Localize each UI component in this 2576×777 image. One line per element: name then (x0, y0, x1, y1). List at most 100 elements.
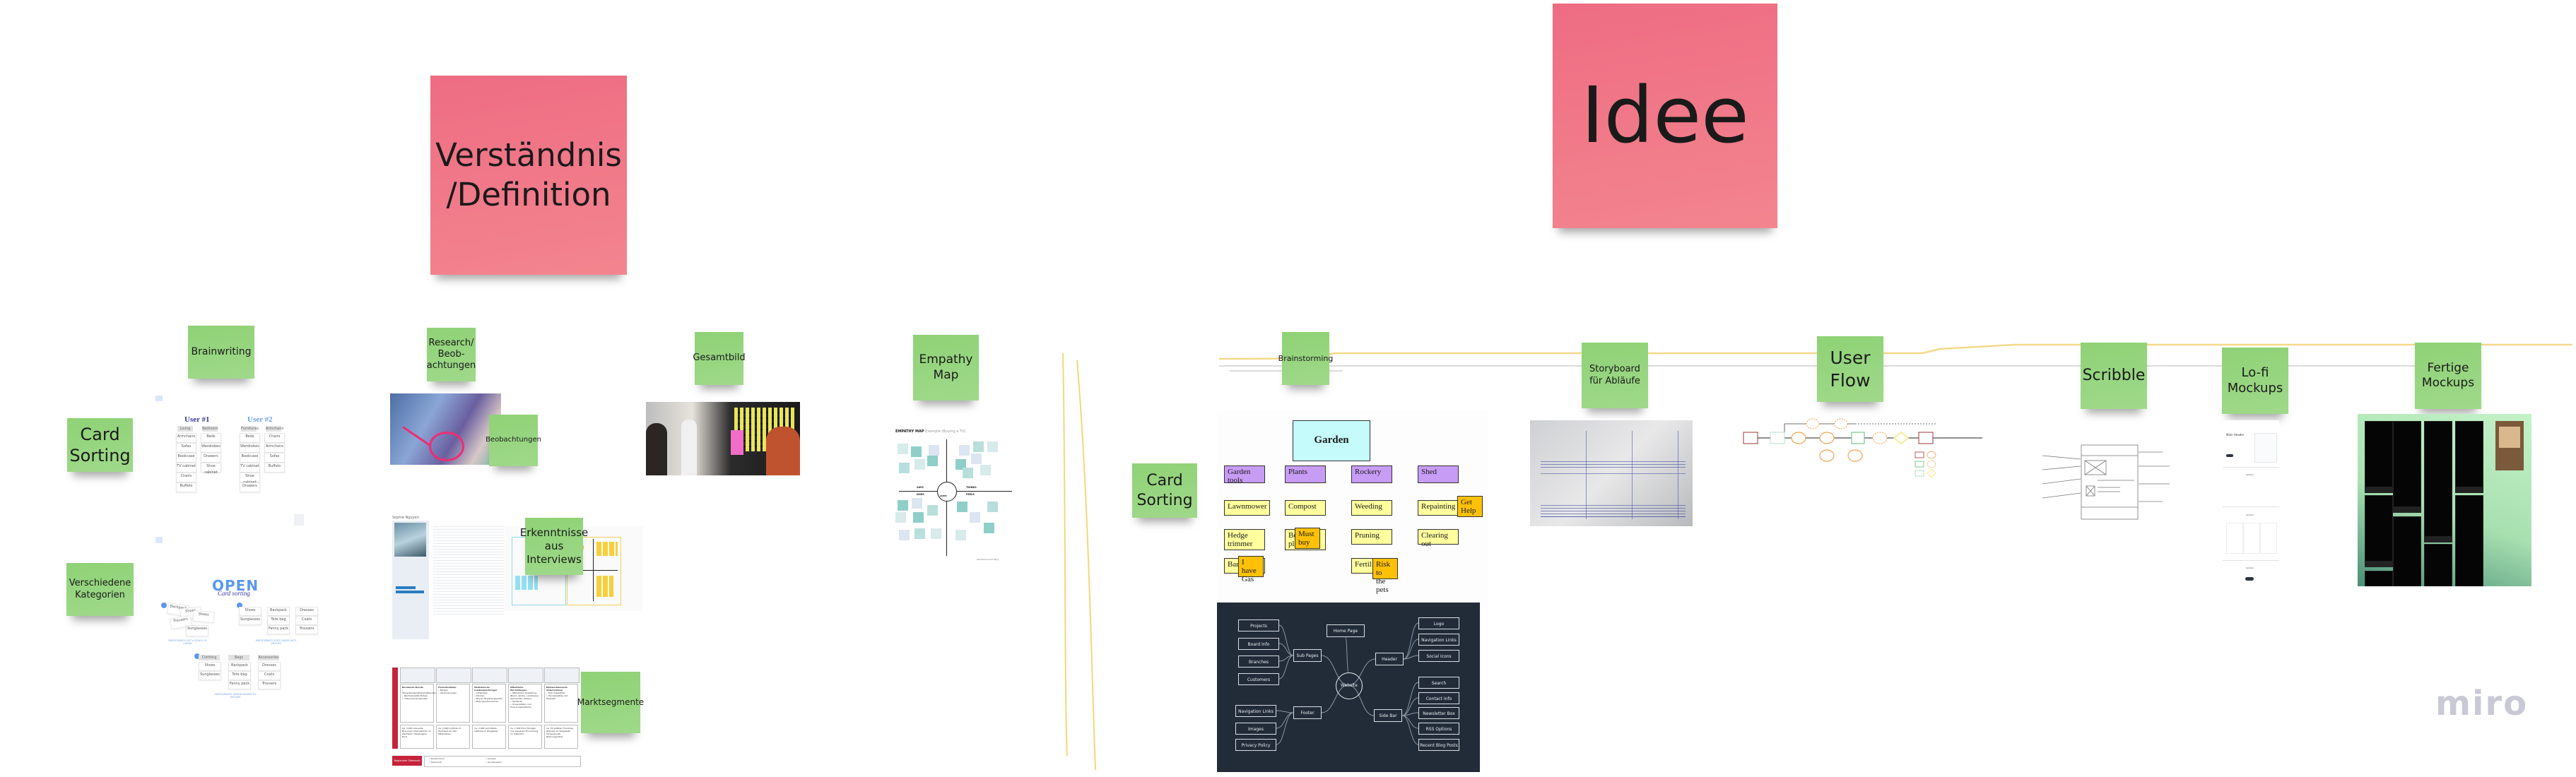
card-item: Shoe cabinet (201, 463, 221, 475)
open-card-sort-image[interactable]: OPEN Card sorting Backpack Shoes Shoes T… (151, 533, 324, 710)
empathy-sticky (971, 453, 982, 464)
garden-card: Weeding (1351, 500, 1392, 516)
sitemap-connector (1278, 643, 1294, 656)
flow-decision (1893, 432, 1909, 444)
album-art-screen (2495, 421, 2524, 470)
persona-text-block (433, 524, 504, 616)
sorted-card-item: Tote bag (267, 616, 290, 625)
sticky-card-sorting-right[interactable]: Card Sorting (1132, 463, 1197, 518)
flow-node (1819, 432, 1835, 444)
flow-node (1834, 418, 1848, 429)
sticky-card-sorting-left[interactable]: Card Sorting (67, 418, 133, 472)
sticky-storyboard[interactable]: Storyboard für Abläufe (1582, 343, 1648, 408)
open-card-item: Backpack (228, 662, 251, 671)
sticky-empathy-map[interactable]: Empathy Map (913, 335, 979, 401)
garden-category: Garden tools (1224, 465, 1265, 485)
empathy-sticky (987, 502, 998, 512)
garden-card-sort-image[interactable]: Garden Garden tools Lawnmower Hedge trimme… (1217, 411, 1488, 607)
empathy-sticky (987, 441, 998, 452)
sitemap-connector (1345, 636, 1349, 673)
sitemap-leaf: Contact Info (1418, 692, 1459, 704)
sitemap-branch: Side Bar (1374, 709, 1402, 722)
open-card-item: Sunglasses (199, 671, 221, 680)
user-flow-diagram[interactable] (1742, 417, 2004, 487)
highlight-circle (429, 432, 464, 461)
person (681, 420, 697, 475)
open-card-item: Coats (258, 671, 281, 680)
sticky-brainstorming[interactable]: Brainstorming (1278, 332, 1333, 385)
empathy-sticky (911, 446, 922, 457)
person (766, 427, 800, 475)
sticky-brainwriting[interactable]: Brainwriting (188, 326, 254, 379)
lofi-divider (2223, 467, 2279, 468)
sitemap-leaf: Logo (1418, 617, 1459, 629)
sitemap-connector (1401, 715, 1419, 745)
empathy-sticky (970, 512, 980, 523)
card-group-head: Living (177, 426, 193, 432)
observation-photo[interactable] (390, 393, 501, 465)
sitemap-branch: Header (1375, 653, 1404, 665)
garden-card: Repainting (1418, 500, 1459, 516)
team-wall-photo[interactable] (646, 402, 800, 475)
sitemap-leaf: Search (1418, 677, 1459, 689)
sorted-card-item: Backpack (267, 607, 290, 616)
sticky-erkenntnisse[interactable]: Erkenntnisse aus Interviews (520, 518, 588, 575)
card-item: Beds (240, 433, 260, 443)
flow-node (1872, 432, 1888, 444)
sticky-verschiedene-kategorien[interactable]: Verschiedene Kategorien (66, 563, 134, 616)
sticky-lofi[interactable]: Lo-fi Mockups (2222, 348, 2288, 414)
card-item: Drawers (240, 482, 260, 492)
phone-nav-bar (2365, 487, 2392, 492)
flow-node (1806, 418, 1820, 429)
open-subtitle: Card sorting (218, 590, 250, 597)
open-group-head: Bags (228, 655, 249, 660)
segment-column: Öffentliche Einrichtungen • Öffentliche V… (508, 684, 542, 723)
scribble-wireframe-sketch[interactable] (2035, 431, 2184, 523)
empathy-sticky (914, 528, 925, 539)
segment-potential: Ca. 2.000 Institute im Zielmarkt ab 500 … (436, 725, 470, 749)
card-item: Chairs (264, 433, 285, 443)
wall-notes-pink (731, 430, 743, 455)
sticky-gesamtbild[interactable]: Gesamtbild (693, 332, 746, 385)
open-group-head: Clothing (199, 655, 220, 660)
phone-screen (2424, 421, 2452, 542)
lofi-header: Main Header (2226, 433, 2245, 437)
card-item: TV cabinet (240, 463, 260, 473)
step1-badge (161, 603, 167, 608)
lofi-mockup-image[interactable]: Main Header Section Section Section (2223, 420, 2279, 618)
sticky-research[interactable]: Research/ Beob- achtungen (427, 328, 476, 381)
user2-title: User #2 (247, 415, 273, 424)
open-card-item: Fanny pack (228, 680, 251, 689)
sticky-user-flow[interactable]: User Flow (1817, 336, 1883, 402)
empathy-subtitle: Example (Buying a TV) (925, 429, 966, 434)
persona-profile-image[interactable]: Sophie Nguyen (392, 516, 505, 639)
sticky-scribble[interactable]: Scribble (2081, 343, 2147, 409)
sitemap-mindmap-image[interactable]: Website Home Page Sub Pages Projects Board I… (1217, 603, 1480, 772)
final-mockups-image[interactable] (2358, 414, 2531, 586)
garden-note: Get Help (1457, 496, 1483, 517)
open-group-head: Accessories (258, 655, 279, 660)
sticky-beobachtungen[interactable]: Beobachtungen (486, 415, 541, 466)
segments-row-label-bar (392, 668, 398, 749)
sticky-fertige[interactable]: Fertige Mockups (2415, 343, 2481, 409)
garden-note: I have Gas (1238, 556, 1264, 583)
phase-sticky-understanding[interactable]: Verständnis /Definition (430, 76, 627, 275)
garden-root: Garden (1293, 420, 1370, 461)
card-item: Beds (201, 433, 221, 443)
storyboard-sketch-photo[interactable] (1530, 420, 1693, 526)
phase-divider-lines (1062, 352, 1096, 771)
segment-item: • Unternehmensberater (402, 697, 428, 700)
sorted-card-item: Coats (295, 616, 318, 625)
empathy-sticky (984, 523, 994, 533)
sitemap-connector (1401, 715, 1419, 729)
empathy-sticky (898, 500, 908, 511)
empathy-map-image[interactable]: EMPATHY MAP Example (Buying a TV) JAMIE … (892, 424, 1016, 565)
timeline-yellow (1218, 343, 2572, 360)
open-card-item: Shoes (199, 662, 221, 671)
sitemap-leaf: Privacy Policy (1235, 739, 1276, 751)
phase-sticky-idea[interactable]: Idee (1553, 4, 1777, 228)
sticky-marktsegmente[interactable]: Marktsegmente (577, 672, 644, 733)
storyboard-scribble (1541, 503, 1686, 517)
market-segments-image[interactable]: Regionaler Zielmarkt Beratende Berufe • S… (392, 664, 582, 777)
closed-card-sort-image[interactable]: User #1 User #2 Living Armchairs Sofas Book… (151, 392, 310, 537)
